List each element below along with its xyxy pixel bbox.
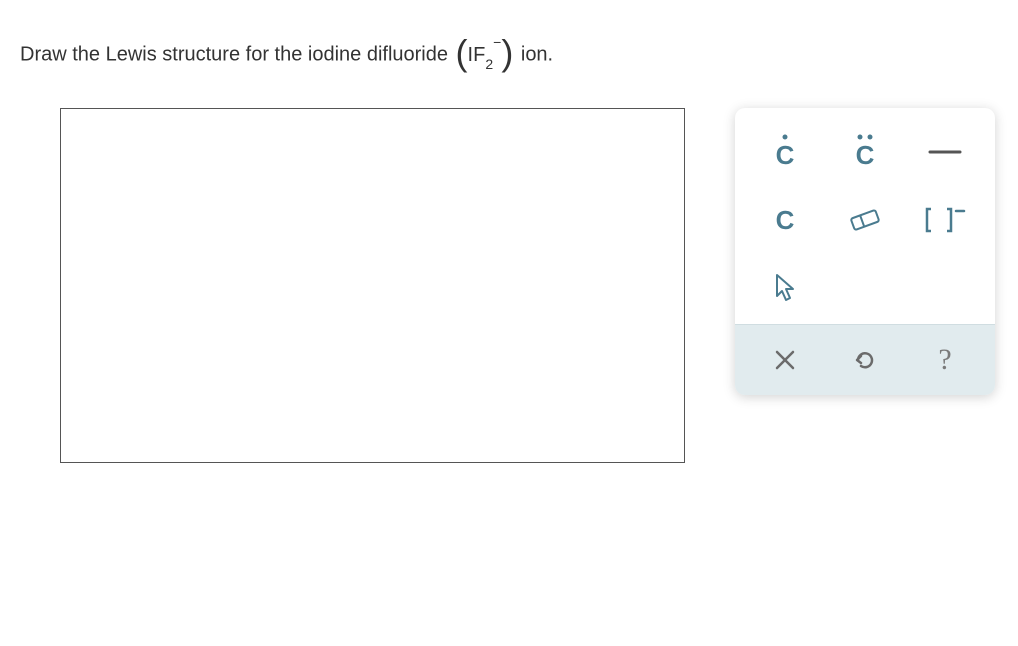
svg-text:C: C <box>776 205 795 235</box>
bracket-charge-tool[interactable] <box>922 197 968 243</box>
lone-pair-tool[interactable]: C <box>842 129 888 175</box>
question-suffix: ion. <box>515 43 553 65</box>
action-row: ? <box>735 324 995 395</box>
question-text: Draw the Lewis structure for the iodine … <box>20 30 998 80</box>
bond-tool[interactable] <box>922 129 968 175</box>
work-area: C C <box>20 108 998 463</box>
lone-electron-tool[interactable]: C <box>762 129 808 175</box>
undo-button[interactable] <box>844 339 886 381</box>
eraser-tool[interactable] <box>842 197 888 243</box>
pointer-tool[interactable] <box>762 265 808 311</box>
svg-text:C: C <box>776 140 795 170</box>
atom-tool[interactable]: C <box>762 197 808 243</box>
clear-button[interactable] <box>764 339 806 381</box>
help-icon: ? <box>938 343 951 377</box>
drawing-canvas[interactable] <box>60 108 685 463</box>
toolbox: C C <box>735 108 995 395</box>
svg-text:C: C <box>856 140 875 170</box>
question-prefix: Draw the Lewis structure for the iodine … <box>20 43 454 65</box>
tool-grid: C C <box>735 108 995 324</box>
help-button[interactable]: ? <box>924 339 966 381</box>
chemical-formula: (IF2−) <box>454 30 516 80</box>
